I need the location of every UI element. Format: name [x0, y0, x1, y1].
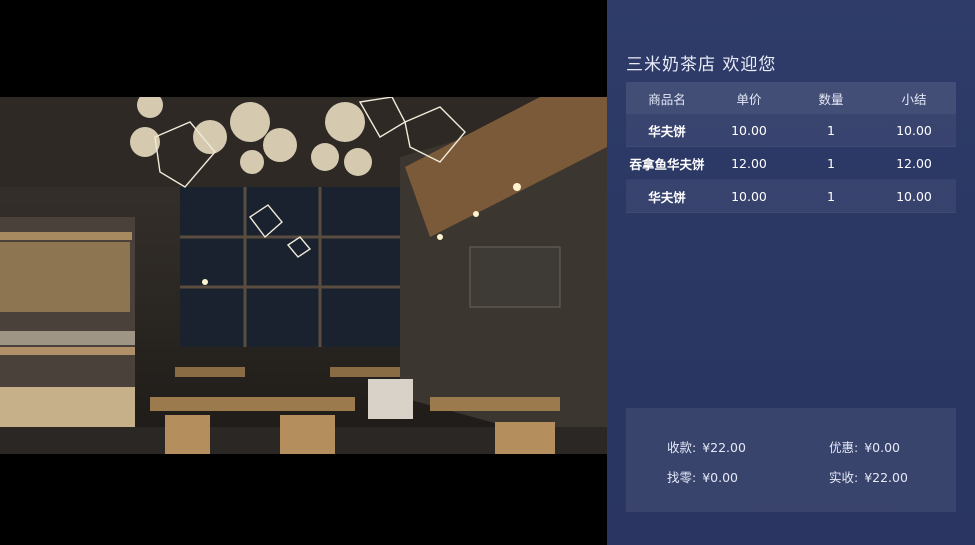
- item-price: 10.00: [731, 188, 767, 204]
- discount-label: 优惠:: [829, 440, 859, 455]
- promo-media-area: [0, 0, 607, 545]
- table-row: 华夫饼 10.00 1 10.00: [626, 114, 956, 147]
- received-label: 收款:: [667, 440, 697, 455]
- item-name: 华夫饼: [648, 123, 686, 139]
- item-subtotal: 12.00: [896, 155, 932, 171]
- order-table-header: 商品名 单价 数量 小结: [626, 82, 956, 114]
- header-item-name: 商品名: [648, 91, 686, 107]
- store-welcome-title: 三米奶茶店 欢迎您: [626, 55, 777, 75]
- discount-amount: 优惠: ¥0.00: [829, 437, 900, 456]
- item-quantity: 1: [827, 155, 835, 171]
- item-name: 华夫饼: [648, 189, 686, 205]
- item-price: 10.00: [731, 122, 767, 138]
- cafe-interior-photo: [0, 97, 607, 454]
- change-value: ¥0.00: [702, 470, 738, 485]
- order-table: 商品名 单价 数量 小结 华夫饼 10.00 1 10.00 吞拿鱼华夫饼 12…: [626, 82, 956, 213]
- item-name: 吞拿鱼华夫饼: [629, 156, 705, 172]
- header-unit-price: 单价: [736, 91, 762, 107]
- actual-label: 实收:: [829, 470, 859, 485]
- change-amount: 找零: ¥0.00: [667, 467, 738, 486]
- receipt-panel: 三米奶茶店 欢迎您 商品名 单价 数量 小结 华夫饼 10.00 1 10.00…: [607, 0, 975, 545]
- discount-value: ¥0.00: [864, 440, 900, 455]
- actual-amount: 实收: ¥22.00: [829, 467, 908, 486]
- received-amount: 收款: ¥22.00: [667, 437, 746, 456]
- item-quantity: 1: [827, 122, 835, 138]
- item-subtotal: 10.00: [896, 188, 932, 204]
- item-subtotal: 10.00: [896, 122, 932, 138]
- header-quantity: 数量: [818, 91, 844, 107]
- item-quantity: 1: [827, 188, 835, 204]
- received-value: ¥22.00: [702, 440, 746, 455]
- header-subtotal: 小结: [901, 91, 927, 107]
- actual-value: ¥22.00: [864, 470, 908, 485]
- item-price: 12.00: [731, 155, 767, 171]
- order-table-body: 华夫饼 10.00 1 10.00 吞拿鱼华夫饼 12.00 1 12.00 华…: [626, 114, 956, 213]
- table-row: 华夫饼 10.00 1 10.00: [626, 180, 956, 213]
- payment-summary: 收款: ¥22.00 优惠: ¥0.00 找零: ¥0.00 实收: ¥22.0…: [626, 408, 956, 512]
- change-label: 找零:: [667, 470, 697, 485]
- table-row: 吞拿鱼华夫饼 12.00 1 12.00: [626, 147, 956, 180]
